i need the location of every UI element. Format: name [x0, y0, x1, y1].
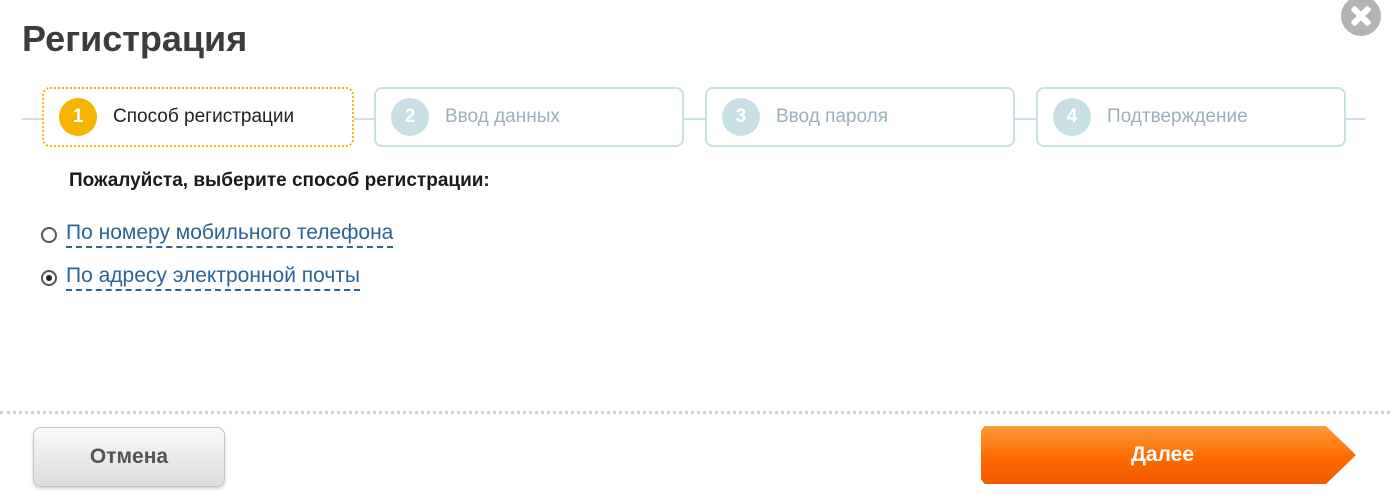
- registration-steps: 1 Способ регистрации 2 Ввод данных 3 Вво…: [0, 84, 1390, 154]
- step-number-badge: 1: [59, 98, 97, 136]
- footer-divider: [0, 411, 1390, 414]
- step-registration-method: 1 Способ регистрации: [42, 87, 354, 147]
- option-phone-label[interactable]: По номеру мобильного телефона: [66, 221, 394, 248]
- option-email-label[interactable]: По адресу электронной почты: [66, 264, 360, 291]
- step-number-badge: 2: [391, 98, 429, 136]
- step-label: Ввод пароля: [776, 106, 889, 127]
- next-button[interactable]: Далее: [981, 426, 1356, 484]
- step-label: Подтверждение: [1107, 106, 1248, 127]
- dialog-title: Регистрация: [22, 18, 248, 59]
- step-password-entry: 3 Ввод пароля: [705, 87, 1015, 147]
- step-data-entry: 2 Ввод данных: [374, 87, 684, 147]
- radio-email[interactable]: [41, 269, 57, 286]
- step-number-badge: 3: [722, 98, 760, 136]
- close-icon[interactable]: [1341, 0, 1381, 36]
- step-label: Способ регистрации: [113, 106, 295, 127]
- step-confirmation: 4 Подтверждение: [1036, 87, 1346, 147]
- step-number-badge: 4: [1053, 98, 1091, 136]
- radio-phone[interactable]: [41, 226, 57, 243]
- option-phone[interactable]: По номеру мобильного телефона: [41, 221, 394, 248]
- registration-prompt: Пожалуйста, выберите способ регистрации:: [69, 170, 490, 191]
- step-label: Ввод данных: [445, 106, 560, 127]
- cancel-button[interactable]: Отмена: [33, 427, 225, 487]
- option-email[interactable]: По адресу электронной почты: [41, 264, 360, 291]
